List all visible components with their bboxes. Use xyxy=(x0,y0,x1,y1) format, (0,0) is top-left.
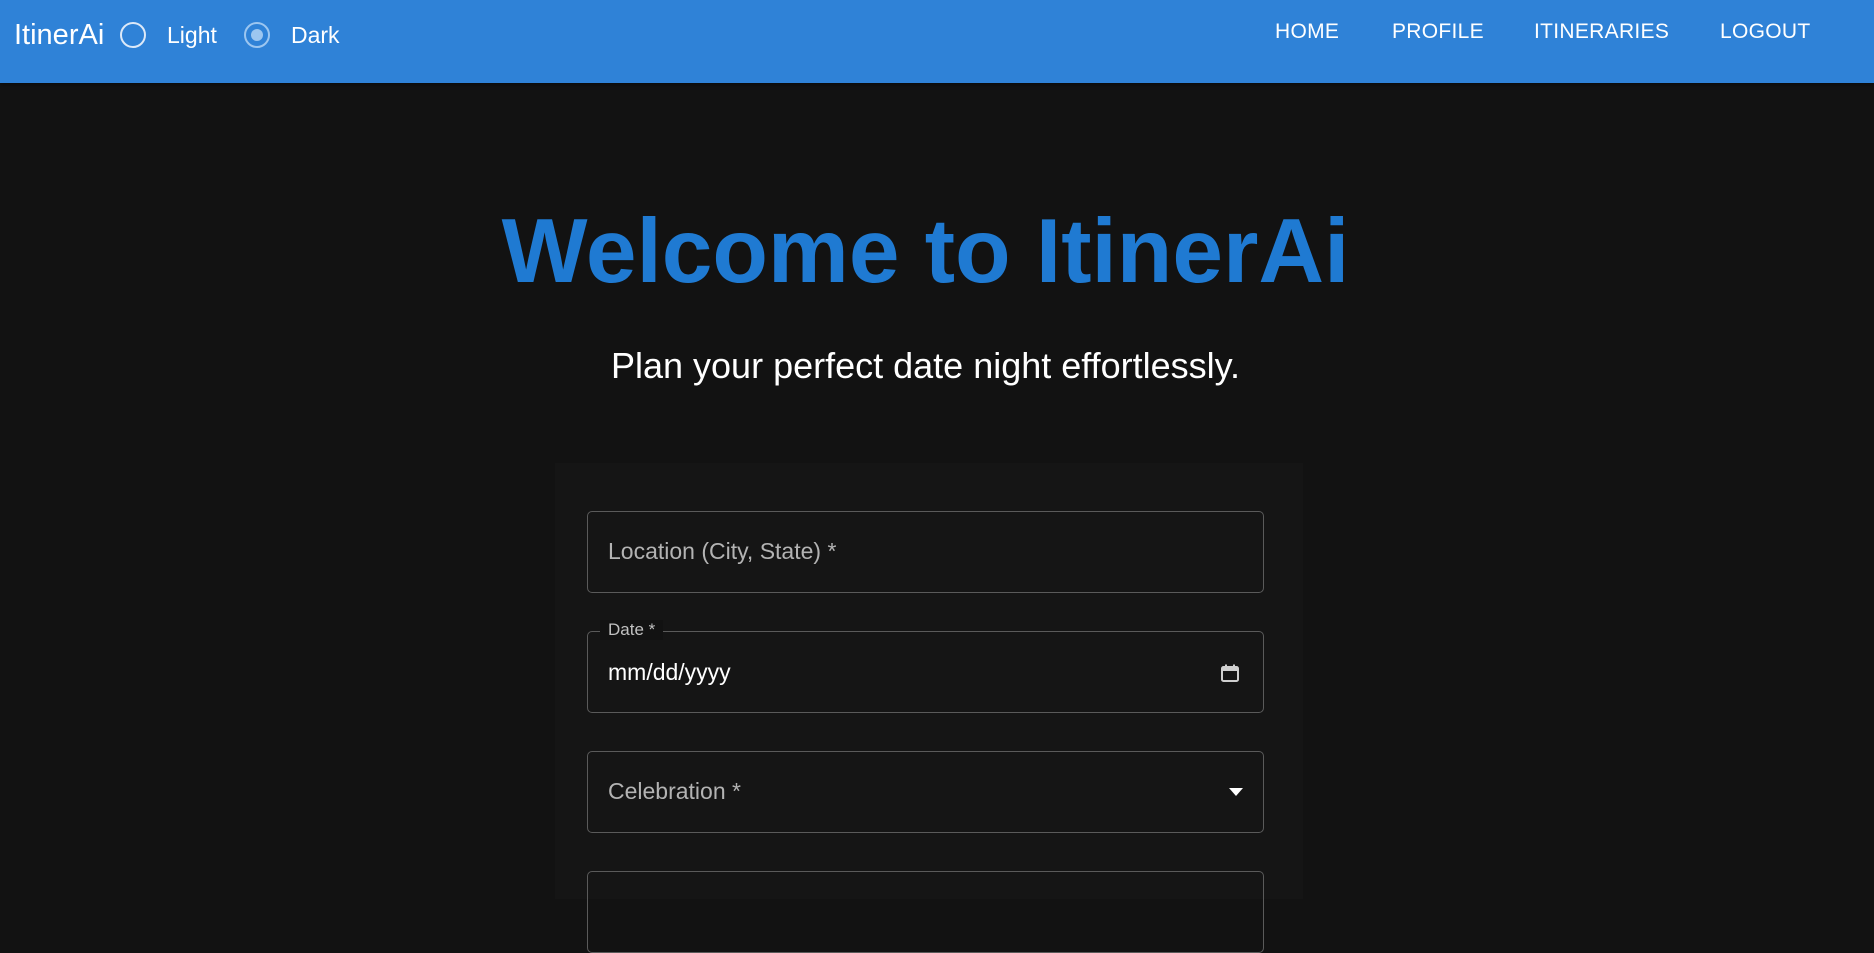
brand-title: ItinerAi xyxy=(14,19,105,51)
date-label: Date * xyxy=(600,620,664,640)
celebration-select[interactable]: Celebration * xyxy=(587,751,1264,833)
app-bar: ItinerAi Light Dark HOME PROFILE ITINERA… xyxy=(0,0,1874,83)
dropdown-arrow-icon xyxy=(1229,788,1243,796)
nav-logout[interactable]: LOGOUT xyxy=(1720,20,1810,44)
radio-unchecked-icon xyxy=(120,22,146,48)
nav-home[interactable]: HOME xyxy=(1275,20,1339,44)
page-title: Welcome to ItinerAi xyxy=(501,201,1350,302)
theme-radio-dark[interactable]: Dark xyxy=(244,18,340,52)
nav-itineraries[interactable]: ITINERARIES xyxy=(1534,20,1669,44)
page-subtitle: Plan your perfect date night effortlessl… xyxy=(610,345,1240,386)
radio-dot xyxy=(251,29,263,41)
celebration-label: Celebration * xyxy=(608,778,741,804)
location-label: Location (City, State) * xyxy=(608,538,837,564)
location-input[interactable]: Location (City, State) * xyxy=(587,511,1264,593)
theme-radio-light[interactable]: Light xyxy=(120,18,217,52)
radio-checked-icon xyxy=(244,22,270,48)
date-placeholder: mm/dd/yyyy xyxy=(608,659,731,685)
theme-label-dark: Dark xyxy=(291,21,340,48)
date-input[interactable]: Date * mm/dd/yyyy xyxy=(587,620,1264,713)
next-form-field[interactable] xyxy=(587,871,1264,953)
theme-label-light: Light xyxy=(167,21,217,48)
calendar-icon[interactable] xyxy=(1220,663,1240,683)
nav-profile[interactable]: PROFILE xyxy=(1392,20,1484,44)
main-content: Welcome to ItinerAi Plan your perfect da… xyxy=(0,83,1874,953)
